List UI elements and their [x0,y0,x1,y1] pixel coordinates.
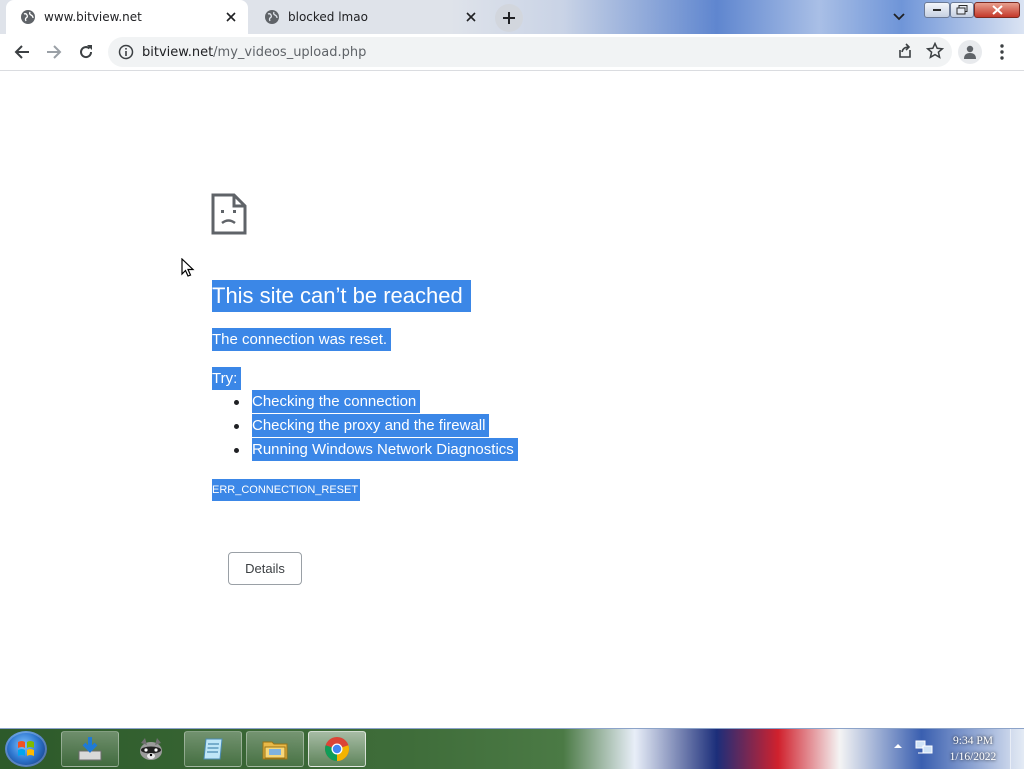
close-tab-icon[interactable] [462,8,480,26]
windows-logo-icon [18,741,34,756]
info-icon[interactable] [118,44,134,60]
url-text[interactable]: bitview.net/my_videos_upload.php [142,45,366,60]
tab-strip: www.bitview.net blocked lmao [0,0,1024,34]
url-path: /my_videos_upload.php [213,44,367,60]
close-window-button[interactable] [974,2,1020,18]
minimize-icon [933,9,941,11]
url-host: bitview.net [142,44,214,60]
error-description: The connection was reset. [212,328,392,351]
reload-icon [80,45,93,59]
reload-button[interactable] [74,40,98,64]
start-button[interactable] [5,731,47,767]
error-heading: This site can’t be reached [212,280,471,312]
forward-button[interactable] [42,40,66,64]
file-explorer-icon [262,741,288,760]
restore-button[interactable] [950,2,974,18]
try-label: Try: [212,367,242,390]
bullet [234,400,239,405]
share-icon[interactable] [896,42,914,60]
address-bar[interactable]: bitview.net/my_videos_upload.php [108,37,952,67]
suggestion-network-diagnostics[interactable]: Running Windows Network Diagnostics [252,438,518,461]
close-tab-icon[interactable] [222,8,240,26]
plus-icon [503,12,515,24]
tab-search-button[interactable] [888,7,910,27]
bullet [234,424,239,429]
profile-avatar[interactable] [958,40,982,64]
windows-taskbar: 9:34 PM 1/16/2022 [0,728,1024,769]
sad-page-icon [211,193,247,235]
chrome-icon [325,737,349,761]
clock-date: 1/16/2022 [949,751,997,763]
restore-icon [956,5,968,15]
taskbar-download-manager[interactable] [61,731,119,767]
browser-menu-button[interactable] [992,40,1012,64]
bullet [234,448,239,453]
tab-blocked[interactable]: blocked lmao [250,0,488,34]
arrow-right-icon [47,45,62,59]
bookmark-star-icon[interactable] [926,42,944,60]
taskbar-file-explorer[interactable] [246,731,304,767]
globe-icon [265,10,279,24]
tab-title: blocked lmao [288,10,368,24]
clock-time: 9:34 PM [953,735,993,747]
close-icon [991,5,1003,15]
browser-toolbar: bitview.net/my_videos_upload.php [0,34,1024,71]
show-desktop-button[interactable] [1010,729,1024,769]
details-button[interactable]: Details [228,552,302,585]
taskbar-raccoon-app[interactable] [122,731,180,767]
person-icon [964,45,976,59]
taskbar-notepad[interactable] [184,731,242,767]
suggestion-check-connection: Checking the connection [252,390,421,413]
back-button[interactable] [10,40,34,64]
network-icon[interactable] [915,739,933,757]
minimize-button[interactable] [924,2,950,18]
tab-title: www.bitview.net [44,10,142,24]
taskbar-clock[interactable]: 9:34 PM 1/16/2022 [940,733,1006,765]
raccoon-app-icon [140,738,162,760]
show-hidden-icons-icon[interactable] [893,741,903,751]
suggestion-check-proxy: Checking the proxy and the firewall [252,414,490,437]
notepad-icon [203,738,223,760]
arrow-left-icon [14,45,29,59]
taskbar-chrome[interactable] [308,731,366,767]
tab-bitview[interactable]: www.bitview.net [6,0,248,34]
new-tab-button[interactable] [495,4,523,32]
globe-icon [21,10,35,24]
chevron-down-icon [893,13,905,21]
mouse-cursor-icon [181,258,195,277]
download-manager-icon [78,737,102,761]
more-vertical-icon [1000,44,1004,60]
error-code: ERR_CONNECTION_RESET [212,479,361,501]
